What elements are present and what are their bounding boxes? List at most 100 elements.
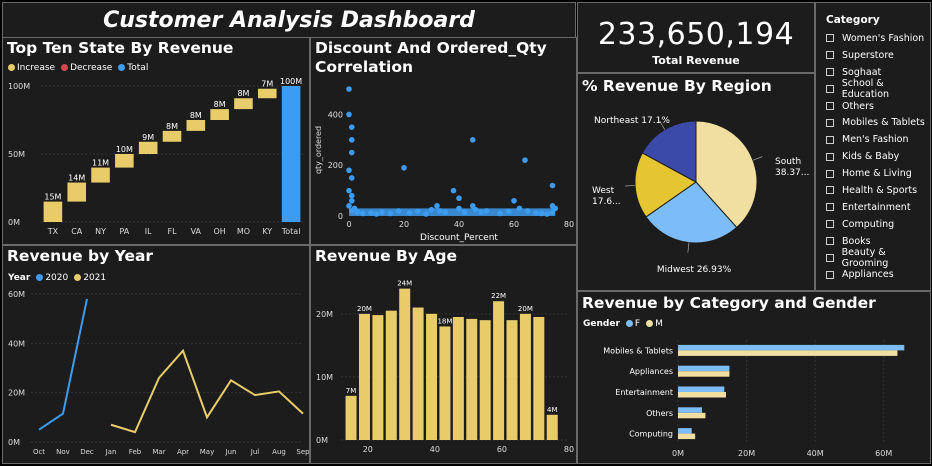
scatter-point[interactable] (346, 187, 352, 194)
hbar-f[interactable] (678, 407, 702, 413)
hbar-f[interactable] (678, 428, 692, 434)
scatter-point[interactable] (469, 137, 476, 143)
scatter-point[interactable] (497, 210, 504, 217)
legend-total[interactable]: Total (118, 63, 148, 73)
discount-panel[interactable]: Discount And Ordered_Qty Correlation 400… (310, 37, 577, 245)
scatter-point[interactable] (348, 175, 355, 181)
scatter-point[interactable] (348, 192, 355, 199)
category-option[interactable]: Health & Sports (826, 182, 930, 199)
checkbox-icon[interactable] (826, 270, 834, 279)
scatter-point[interactable] (423, 211, 429, 217)
scatter-point[interactable] (434, 203, 440, 209)
waterfall-bar-mo[interactable] (234, 98, 253, 110)
scatter-point[interactable] (395, 208, 402, 214)
hbar-m[interactable] (678, 433, 696, 440)
checkbox-icon[interactable] (826, 135, 834, 144)
year-panel[interactable]: Revenue by Year Year 2020 2021 60M 40M 20M… (2, 245, 310, 464)
hbar-m[interactable] (678, 371, 730, 377)
hbar-f[interactable] (678, 344, 905, 351)
category-option[interactable]: Women's Fashion (826, 30, 930, 47)
age-bar[interactable] (399, 288, 411, 440)
year-legend[interactable]: Year 2020 2021 (8, 273, 106, 283)
scatter-point[interactable] (538, 210, 545, 217)
category-option[interactable]: Beauty & Grooming (826, 247, 930, 269)
scatter-point[interactable] (373, 211, 380, 217)
age-panel[interactable]: Revenue By Age 20M 10M 0M 20 40 60 80 7M 20M 24M 1… (310, 245, 577, 464)
waterfall-bar-oh[interactable] (210, 109, 229, 120)
scatter-point[interactable] (387, 210, 394, 217)
scatter-point[interactable] (348, 208, 355, 214)
age-bar[interactable] (358, 313, 370, 440)
hbar-m[interactable] (678, 412, 706, 419)
category-slicer[interactable]: Category Women's Fashion Superstore Soghaa… (815, 2, 931, 291)
age-bar[interactable] (345, 395, 357, 440)
waterfall-bar-ny[interactable] (91, 167, 110, 183)
category-gender-chart[interactable]: 0M 20M 40M 60M Mobiles & Tablets Appliances En… (578, 332, 930, 462)
scatter-point[interactable] (549, 182, 556, 189)
checkbox-icon[interactable] (826, 254, 834, 263)
legend-2021[interactable]: 2021 (74, 273, 106, 283)
discount-scatter-chart[interactable]: 400 200 00 20 40 60 80 qty_ordered Discount_Perc… (311, 76, 576, 244)
legend-decrease[interactable]: Decrease (61, 63, 112, 73)
age-bar[interactable] (385, 310, 397, 440)
line-series-2021[interactable] (110, 348, 304, 434)
gender-legend[interactable]: Gender F M (583, 319, 663, 329)
top-states-chart[interactable]: 100M 50M 0M 15M TX 14M CA 11M NY 10M PA 9M IL 8M FL 8M V… (3, 76, 309, 246)
hbar-f[interactable] (678, 386, 725, 393)
legend-male[interactable]: M (646, 319, 663, 329)
scatter-point[interactable] (346, 111, 352, 118)
scatter-point[interactable] (505, 208, 512, 215)
scatter-point[interactable] (348, 124, 355, 130)
scatter-point[interactable] (516, 205, 523, 212)
region-panel[interactable]: % Revenue By Region South 38.37... Midwest… (577, 73, 815, 291)
hbar-m[interactable] (678, 350, 898, 356)
age-bar[interactable] (506, 320, 518, 440)
age-bar[interactable] (546, 414, 558, 440)
waterfall-bar-total[interactable] (281, 86, 301, 222)
scatter-point[interactable] (522, 157, 528, 163)
category-option[interactable]: Mobiles & Tablets (826, 114, 930, 131)
category-option[interactable]: Men's Fashion (826, 131, 930, 148)
scatter-point[interactable] (354, 209, 361, 215)
legend-female[interactable]: F (625, 319, 640, 329)
hbar-f[interactable] (678, 365, 730, 372)
revenue-age-chart[interactable]: 20M 10M 0M 20 40 60 80 7M 20M 24M 18M 22M 20M 4M (311, 268, 576, 464)
checkbox-icon[interactable] (826, 152, 834, 161)
age-bar[interactable] (439, 326, 451, 440)
legend-2020[interactable]: 2020 (36, 273, 68, 283)
scatter-point[interactable] (450, 187, 457, 194)
age-bar[interactable] (372, 315, 384, 440)
scatter-point[interactable] (346, 203, 352, 209)
waterfall-bar-il[interactable] (138, 141, 158, 154)
top-states-panel[interactable]: Top Ten State By Revenue Increase Decrea… (2, 37, 310, 245)
age-bar[interactable] (426, 313, 438, 440)
scatter-point[interactable] (461, 209, 468, 215)
checkbox-icon[interactable] (826, 237, 834, 246)
scatter-point[interactable] (359, 210, 366, 217)
checkbox-icon[interactable] (826, 169, 834, 178)
category-option[interactable]: Entertainment (826, 199, 930, 216)
waterfall-bar-va[interactable] (186, 120, 206, 131)
checkbox-icon[interactable] (826, 186, 834, 195)
scatter-point[interactable] (552, 205, 559, 212)
age-bar[interactable] (519, 313, 531, 440)
category-option[interactable]: Computing (826, 216, 930, 233)
scatter-point[interactable] (428, 206, 435, 213)
category-list[interactable]: Women's Fashion Superstore Soghaat School &… (826, 30, 930, 283)
category-option[interactable]: Kids & Baby (826, 148, 930, 165)
scatter-point[interactable] (442, 209, 449, 215)
scatter-point[interactable] (436, 208, 443, 214)
top-states-legend[interactable]: Increase Decrease Total (8, 63, 148, 73)
checkbox-icon[interactable] (826, 34, 834, 43)
waterfall-bar-ca[interactable] (67, 182, 87, 202)
age-bar[interactable] (466, 318, 478, 440)
scatter-point[interactable] (524, 208, 531, 214)
hbar-m[interactable] (678, 392, 726, 398)
scatter-point[interactable] (456, 195, 462, 202)
scatter-point[interactable] (511, 197, 517, 204)
scatter-point[interactable] (346, 167, 352, 174)
scatter-point[interactable] (483, 208, 490, 214)
age-bar[interactable] (493, 301, 505, 440)
gender-panel[interactable]: Revenue by Category and Gender Gender F … (577, 291, 931, 464)
waterfall-bar-ky[interactable] (257, 88, 277, 99)
